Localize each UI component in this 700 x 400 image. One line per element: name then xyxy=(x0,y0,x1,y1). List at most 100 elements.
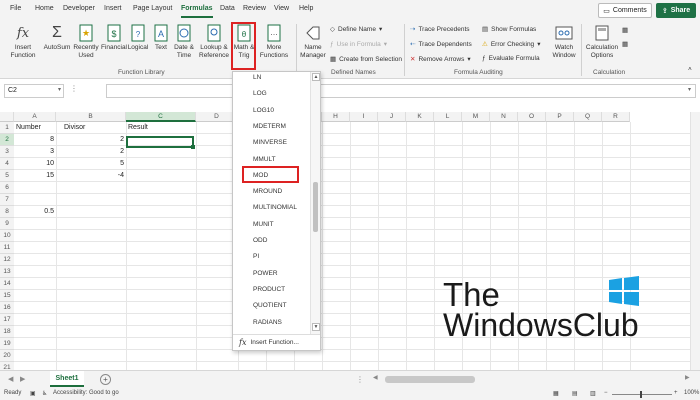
cell-a8[interactable]: 0.5 xyxy=(16,206,54,218)
row-header-18[interactable]: 18 xyxy=(0,326,14,338)
fill-handle[interactable] xyxy=(191,145,195,149)
financial-button[interactable]: $ Financial xyxy=(100,23,128,52)
lookup-reference-button[interactable]: Lookup & Reference xyxy=(197,23,231,60)
column-header-c[interactable]: C xyxy=(126,112,196,122)
column-header-r[interactable]: R xyxy=(602,112,630,122)
cell-b3[interactable]: 2 xyxy=(58,146,124,158)
tab-split-icon[interactable]: ⋮ xyxy=(356,375,364,384)
dropdown-item-ln[interactable]: LN xyxy=(253,74,261,81)
insert-function-button[interactable]: fx Insert Function xyxy=(8,23,38,60)
tab-file[interactable]: File xyxy=(10,5,21,12)
chevron-left-icon[interactable]: ◀ xyxy=(8,375,13,383)
cell-b4[interactable]: 5 xyxy=(58,158,124,170)
cell-b1[interactable]: Divisor xyxy=(64,122,124,134)
accessibility-status[interactable]: Accessibility: Good to go xyxy=(53,390,119,396)
dropdown-item-log10[interactable]: LOG10 xyxy=(253,107,274,114)
add-sheet-icon[interactable]: + xyxy=(100,374,111,385)
formula-input[interactable] xyxy=(106,84,696,98)
cell-b5[interactable]: -4 xyxy=(58,170,124,182)
dropdown-scroll-thumb[interactable] xyxy=(313,182,318,232)
column-header-h[interactable]: H xyxy=(322,112,350,122)
name-manager-button[interactable]: Name Manager xyxy=(299,23,327,60)
watch-window-button[interactable]: Watch Window xyxy=(549,23,579,60)
row-header-2[interactable]: 2 xyxy=(0,134,14,146)
dropdown-item-log[interactable]: LOG xyxy=(253,90,267,97)
row-header-5[interactable]: 5 xyxy=(0,170,14,182)
trace-dependents-button[interactable]: ⇠ Trace Dependents xyxy=(410,40,472,49)
column-header-a[interactable]: A xyxy=(14,112,56,122)
dropdown-item-mdeterm[interactable]: MDETERM xyxy=(253,123,286,130)
row-header-10[interactable]: 10 xyxy=(0,230,14,242)
column-header-l[interactable]: L xyxy=(434,112,462,122)
scroll-right-icon[interactable]: ▶ xyxy=(685,374,690,381)
cell-a2[interactable]: 8 xyxy=(16,134,54,146)
row-header-4[interactable]: 4 xyxy=(0,158,14,170)
show-formulas-button[interactable]: ▤ Show Formulas xyxy=(482,25,536,34)
scroll-left-icon[interactable]: ◀ xyxy=(373,374,378,381)
column-header-j[interactable]: J xyxy=(378,112,406,122)
tab-home[interactable]: Home xyxy=(35,5,54,12)
error-checking-button[interactable]: ⚠ Error Checking ▾ xyxy=(482,40,540,49)
dropdown-item-pi[interactable]: PI xyxy=(253,253,259,260)
scroll-down-icon[interactable]: ▼ xyxy=(312,323,320,331)
trace-precedents-button[interactable]: ⇢ Trace Precedents xyxy=(410,25,470,34)
tab-data[interactable]: Data xyxy=(220,5,235,12)
remove-arrows-button[interactable]: ✕ Remove Arrows ▾ xyxy=(410,55,471,64)
recently-used-button[interactable]: ★ Recently Used xyxy=(72,23,100,60)
dropdown-item-product[interactable]: PRODUCT xyxy=(253,286,285,293)
tab-insert[interactable]: Insert xyxy=(104,5,122,12)
select-all-corner[interactable] xyxy=(0,112,14,122)
zoom-slider[interactable] xyxy=(612,394,672,395)
row-header-8[interactable]: 8 xyxy=(0,206,14,218)
column-header-p[interactable]: P xyxy=(546,112,574,122)
column-header-k[interactable]: K xyxy=(406,112,434,122)
dropdown-item-multinomial[interactable]: MULTINOMIAL xyxy=(253,204,297,211)
cell-a3[interactable]: 3 xyxy=(16,146,54,158)
dropdown-item-power[interactable]: POWER xyxy=(253,270,278,277)
row-header-7[interactable]: 7 xyxy=(0,194,14,206)
row-header-9[interactable]: 9 xyxy=(0,218,14,230)
calculate-now-button[interactable]: ▦ xyxy=(622,26,628,34)
column-header-o[interactable]: O xyxy=(518,112,546,122)
tab-page-layout[interactable]: Page Layout xyxy=(133,5,172,12)
name-box[interactable]: C2 xyxy=(4,84,64,98)
dropdown-item-minverse[interactable]: MINVERSE xyxy=(253,139,287,146)
page-break-view-icon[interactable]: ▥ xyxy=(590,390,596,397)
evaluate-formula-button[interactable]: ƒ Evaluate Formula xyxy=(482,55,540,62)
dropdown-item-mmult[interactable]: MMULT xyxy=(253,156,276,163)
row-header-17[interactable]: 17 xyxy=(0,314,14,326)
tab-view[interactable]: View xyxy=(274,5,289,12)
row-header-1[interactable]: 1 xyxy=(0,122,14,134)
chevron-right-icon[interactable]: ▶ xyxy=(20,375,25,383)
page-layout-view-icon[interactable]: ▤ xyxy=(572,390,578,397)
share-button[interactable]: ⇪ Share xyxy=(656,3,696,18)
chevron-down-icon[interactable]: ▾ xyxy=(688,86,691,93)
column-header-m[interactable]: M xyxy=(462,112,490,122)
dropdown-item-mround[interactable]: MROUND xyxy=(253,188,282,195)
macro-record-icon[interactable]: ▣ xyxy=(30,390,36,397)
row-header-14[interactable]: 14 xyxy=(0,278,14,290)
chevron-down-icon[interactable]: ▾ xyxy=(58,86,61,93)
autosum-button[interactable]: Σ AutoSum xyxy=(42,23,72,52)
row-header-16[interactable]: 16 xyxy=(0,302,14,314)
dropdown-item-odd[interactable]: ODD xyxy=(253,237,267,244)
horizontal-scrollbar[interactable]: ◀ ▶ xyxy=(373,374,693,383)
column-header-b[interactable]: B xyxy=(56,112,126,122)
horizontal-scroll-thumb[interactable] xyxy=(385,376,475,383)
logical-button[interactable]: ? Logical xyxy=(126,23,150,52)
row-header-11[interactable]: 11 xyxy=(0,242,14,254)
row-header-6[interactable]: 6 xyxy=(0,182,14,194)
create-from-selection-button[interactable]: ▦ Create from Selection xyxy=(330,55,402,64)
zoom-level[interactable]: 100% xyxy=(684,390,699,396)
cell-c1[interactable]: Result xyxy=(128,122,188,134)
text-button[interactable]: A Text xyxy=(151,23,171,52)
column-header-i[interactable]: I xyxy=(350,112,378,122)
row-header-12[interactable]: 12 xyxy=(0,254,14,266)
dropdown-item-quotient[interactable]: QUOTIENT xyxy=(253,302,287,309)
define-name-button[interactable]: ◇ Define Name ▾ xyxy=(330,25,382,34)
normal-view-icon[interactable]: ▦ xyxy=(553,390,559,397)
tab-developer[interactable]: Developer xyxy=(63,5,95,12)
column-header-n[interactable]: N xyxy=(490,112,518,122)
dropdown-scrollbar[interactable]: ▲ ▼ xyxy=(310,72,320,334)
row-header-15[interactable]: 15 xyxy=(0,290,14,302)
